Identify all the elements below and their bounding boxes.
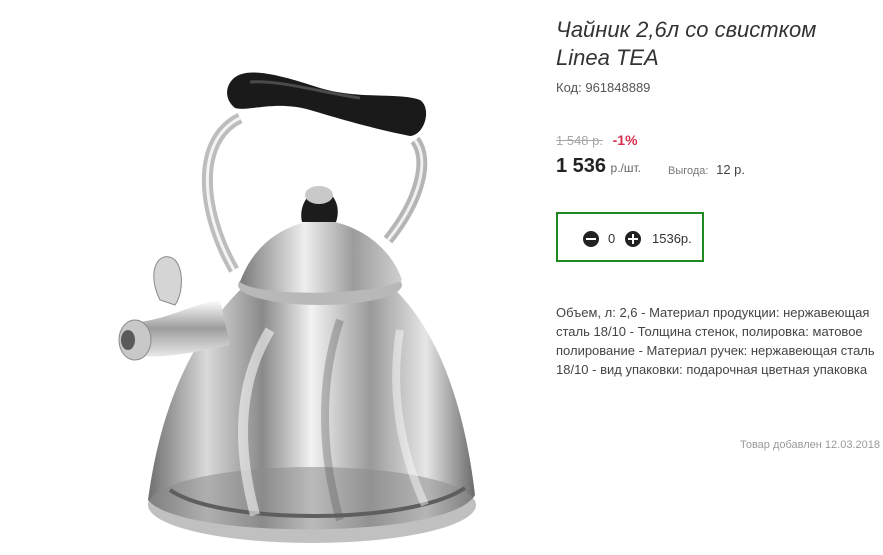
product-code: Код: 961848889 (556, 80, 650, 95)
product-description: Объем, л: 2,6 - Материал продукции: нерж… (556, 305, 875, 377)
kettle-image (118, 72, 476, 543)
plus-circle-icon[interactable] (625, 231, 641, 247)
old-price: 1 548 р. (556, 133, 603, 148)
product-code-label: Код: (556, 80, 582, 95)
discount-badge: -1% (612, 132, 638, 148)
quantity-value[interactable]: 0 (608, 231, 615, 246)
cart-total: 1536р. (652, 231, 692, 246)
price-unit: р./шт. (610, 161, 641, 175)
product-title: Чайник 2,6л со свистком Linea TEA (556, 17, 817, 70)
product-code-value: 961848889 (585, 80, 651, 95)
benefit-label: Выгода: (668, 165, 709, 177)
quantity-stepper: 0 1536р. (556, 212, 704, 262)
added-date: Товар добавлен 12.03.2018 (739, 439, 880, 451)
product-image[interactable] (20, 0, 520, 555)
benefit: Выгода: 12 р. (668, 162, 745, 177)
current-price: 1 536 (556, 155, 607, 177)
benefit-value: 12 р. (716, 162, 746, 177)
price-row: 1 536 р./шт. (556, 155, 641, 178)
old-price-row: 1 548 р. -1% (556, 132, 638, 148)
minus-circle-icon[interactable] (583, 231, 599, 247)
